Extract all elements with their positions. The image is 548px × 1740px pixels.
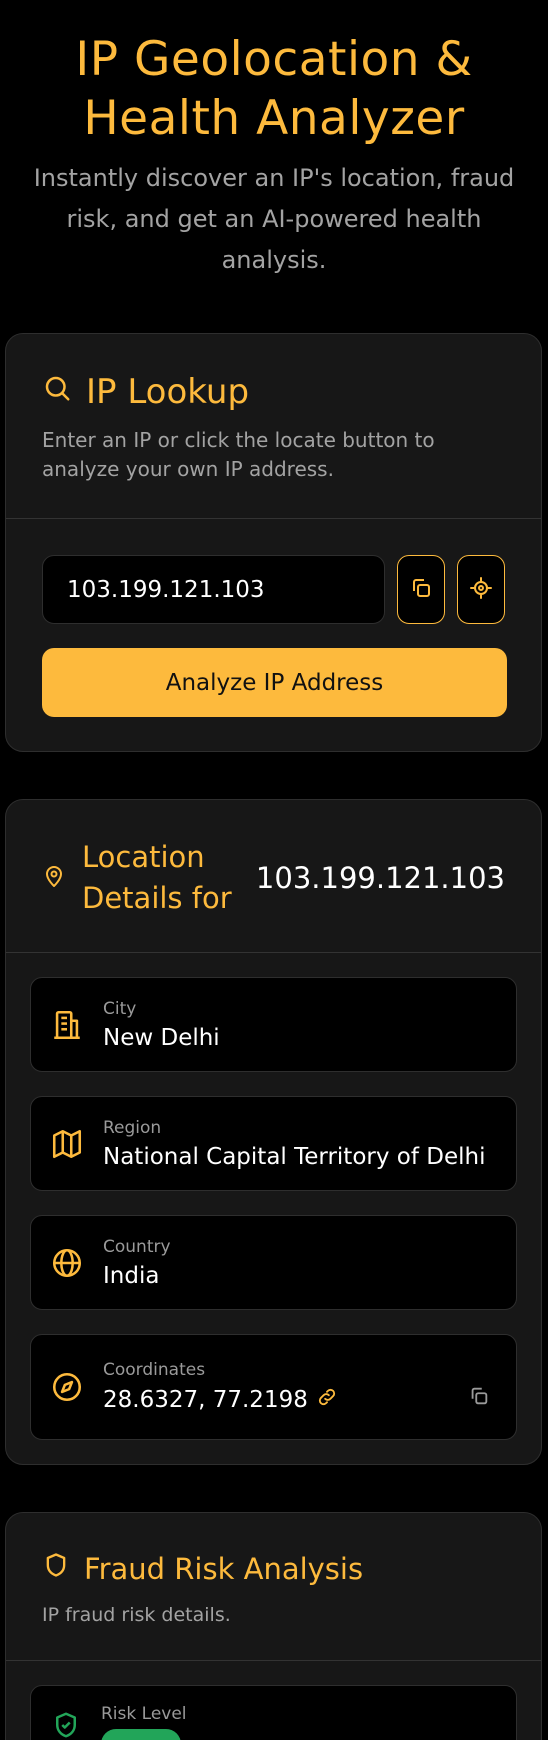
coordinates-label: Coordinates — [103, 1360, 206, 1380]
fraud-risk-description: IP fraud risk details. — [42, 1604, 231, 1626]
country-value: India — [103, 1262, 160, 1289]
divider — [6, 952, 541, 953]
shield-check-icon — [51, 1710, 81, 1740]
link-icon[interactable] — [316, 1386, 338, 1414]
risk-level-badge — [101, 1729, 181, 1740]
location-details-card: Location Details for 103.199.121.103 Cit… — [5, 799, 542, 1465]
ip-lookup-description: Enter an IP or click the locate button t… — [42, 428, 435, 481]
city-detail: City New Delhi — [30, 977, 517, 1072]
city-label: City — [103, 998, 137, 1019]
compass-icon — [49, 1370, 85, 1404]
divider — [6, 1660, 541, 1661]
ip-lookup-title: IP Lookup — [86, 372, 250, 412]
ip-lookup-card: IP Lookup Enter an IP or click the locat… — [5, 333, 542, 752]
locate-icon — [469, 576, 493, 604]
copy-coordinates-icon[interactable] — [468, 1385, 490, 1411]
page-title-line-1: IP Geolocation & — [75, 32, 473, 87]
risk-level-detail: Risk Level — [30, 1685, 517, 1740]
coordinates-detail: Coordinates 28.6327, 77.2198 — [30, 1334, 517, 1440]
location-ip: 103.199.121.103 — [255, 861, 505, 895]
page-title-line-2: Health Analyzer — [83, 91, 465, 146]
location-details-title: Location Details for — [82, 840, 232, 915]
locate-me-button[interactable] — [457, 555, 505, 624]
shield-icon — [42, 1551, 70, 1586]
search-icon — [42, 372, 72, 412]
fraud-risk-card: Fraud Risk Analysis IP fraud risk detail… — [5, 1512, 542, 1740]
country-label: Country — [103, 1236, 171, 1257]
region-detail: Region National Capital Territory of Del… — [30, 1096, 517, 1191]
fraud-risk-title: Fraud Risk Analysis — [84, 1551, 364, 1586]
ip-lookup-heading: IP Lookup — [42, 372, 505, 412]
region-value: National Capital Territory of Delhi — [103, 1143, 486, 1170]
page-subtitle: Instantly discover an IP's location, fra… — [33, 164, 515, 274]
copy-ip-button[interactable] — [397, 555, 445, 624]
map-icon — [49, 1127, 85, 1161]
fraud-risk-heading: Fraud Risk Analysis — [42, 1551, 505, 1586]
coordinates-value: 28.6327, 77.2198 — [103, 1387, 308, 1413]
ip-address-input[interactable] — [42, 555, 385, 624]
analyze-ip-button[interactable]: Analyze IP Address — [42, 648, 507, 717]
map-pin-icon — [42, 864, 66, 892]
page-title: IP Geolocation & Health Analyzer — [0, 30, 548, 148]
city-value: New Delhi — [103, 1024, 220, 1051]
country-detail: Country India — [30, 1215, 517, 1310]
risk-level-label: Risk Level — [101, 1704, 187, 1724]
region-label: Region — [103, 1117, 162, 1138]
copy-icon — [409, 576, 433, 604]
page-header: IP Geolocation & Health Analyzer Instant… — [0, 0, 548, 281]
globe-icon — [49, 1246, 85, 1280]
building-icon — [49, 1008, 85, 1042]
